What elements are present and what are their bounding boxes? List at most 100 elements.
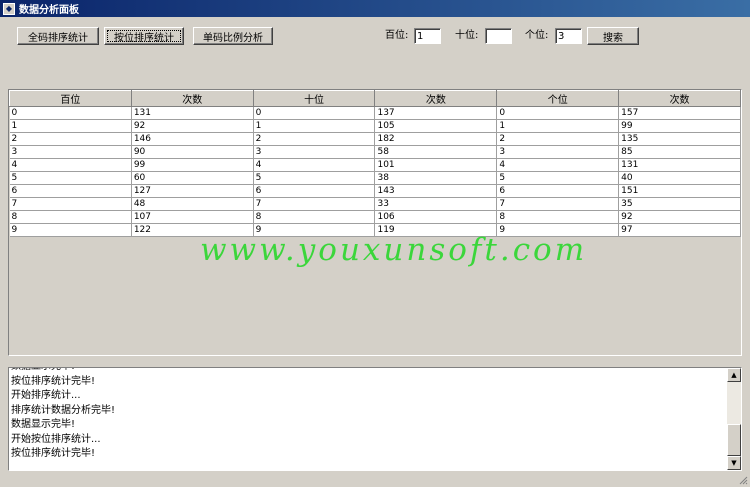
cell-hundreds-digit[interactable]: 6 [9, 184, 132, 198]
app-icon: ◆ [3, 2, 15, 15]
cell-hundreds-digit[interactable]: 3 [9, 145, 132, 159]
cell-hundreds-count[interactable]: 131 [131, 106, 254, 120]
cell-hundreds-digit[interactable]: 0 [9, 106, 132, 120]
app-window: ◆ 数据分析面板 全码排序统计 按位排序统计 单码比例分析 百位: 十位: 个位… [0, 0, 750, 487]
cell-ones-digit[interactable]: 0 [496, 106, 620, 120]
cell-tens-count[interactable]: 182 [374, 132, 498, 146]
column-header-count[interactable]: 次数 [618, 90, 741, 107]
cell-ones-count[interactable]: 135 [618, 132, 741, 146]
table-row[interactable]: 9 122 9 119 9 97 [9, 223, 741, 237]
cell-hundreds-digit[interactable]: 8 [9, 210, 132, 224]
cell-ones-count[interactable]: 85 [618, 145, 741, 159]
cell-tens-count[interactable]: 33 [374, 197, 498, 211]
column-header-count[interactable]: 次数 [374, 90, 498, 107]
column-header-tens[interactable]: 十位 [252, 90, 376, 107]
tens-input[interactable] [485, 28, 512, 44]
log-line: 排序统计数据分析完毕! [11, 404, 116, 416]
table-row[interactable]: 3 90 3 58 3 85 [9, 145, 741, 159]
scroll-down-icon[interactable]: ▼ [727, 456, 741, 470]
cell-hundreds-count[interactable]: 146 [131, 132, 254, 146]
resize-grip-icon[interactable] [738, 475, 748, 485]
ones-label: 个位: [525, 30, 549, 41]
cell-tens-digit[interactable]: 9 [253, 223, 376, 237]
cell-ones-count[interactable]: 131 [618, 158, 741, 172]
cell-tens-count[interactable]: 119 [374, 223, 498, 237]
table-row[interactable]: 5 60 5 38 5 40 [9, 171, 741, 185]
cell-tens-digit[interactable]: 7 [253, 197, 376, 211]
cell-hundreds-digit[interactable]: 7 [9, 197, 132, 211]
cell-hundreds-count[interactable]: 107 [131, 210, 254, 224]
cell-ones-digit[interactable]: 4 [496, 158, 620, 172]
cell-hundreds-digit[interactable]: 4 [9, 158, 132, 172]
column-header-ones[interactable]: 个位 [496, 90, 620, 107]
cell-hundreds-count[interactable]: 127 [131, 184, 254, 198]
cell-ones-digit[interactable]: 1 [496, 119, 620, 133]
cell-ones-count[interactable]: 99 [618, 119, 741, 133]
cell-tens-digit[interactable]: 3 [253, 145, 376, 159]
title-bar[interactable]: ◆ 数据分析面板 [0, 0, 750, 17]
cell-hundreds-digit[interactable]: 1 [9, 119, 132, 133]
cell-hundreds-digit[interactable]: 5 [9, 171, 132, 185]
table-row[interactable]: 7 48 7 33 7 35 [9, 197, 741, 211]
column-header-count[interactable]: 次数 [130, 90, 254, 107]
cell-hundreds-count[interactable]: 90 [131, 145, 254, 159]
stats-table-panel[interactable]: 百位 次数 十位 次数 个位 次数 0 131 0 137 0 157 1 92 1 105 1 99… [8, 89, 742, 356]
log-panel[interactable]: 数据显示完毕!按位排序统计完毕!开始排序统计...排序统计数据分析完毕!数据显示… [8, 367, 742, 471]
cell-tens-digit[interactable]: 1 [253, 119, 376, 133]
cell-tens-digit[interactable]: 0 [253, 106, 376, 120]
table-row[interactable]: 6 127 6 143 6 151 [9, 184, 741, 198]
search-button[interactable]: 搜索 [587, 27, 639, 45]
cell-ones-digit[interactable]: 7 [496, 197, 620, 211]
cell-ones-digit[interactable]: 6 [496, 184, 620, 198]
cell-tens-count[interactable]: 106 [374, 210, 498, 224]
cell-hundreds-digit[interactable]: 2 [9, 132, 132, 146]
cell-ones-digit[interactable]: 5 [496, 171, 620, 185]
cell-tens-digit[interactable]: 8 [253, 210, 376, 224]
cell-tens-count[interactable]: 58 [374, 145, 498, 159]
scroll-up-icon[interactable]: ▲ [727, 368, 741, 382]
cell-tens-count[interactable]: 137 [374, 106, 498, 120]
cell-tens-digit[interactable]: 5 [253, 171, 376, 185]
position-sort-button[interactable]: 按位排序统计 [104, 27, 184, 45]
column-header-hundreds[interactable]: 百位 [9, 90, 132, 107]
tens-label: 十位: [455, 30, 479, 41]
cell-ones-count[interactable]: 97 [618, 223, 741, 237]
cell-ones-digit[interactable]: 8 [496, 210, 620, 224]
cell-tens-count[interactable]: 38 [374, 171, 498, 185]
cell-hundreds-count[interactable]: 122 [131, 223, 254, 237]
cell-hundreds-count[interactable]: 60 [131, 171, 254, 185]
cell-tens-count[interactable]: 105 [374, 119, 498, 133]
hundreds-input[interactable] [414, 28, 441, 44]
cell-hundreds-count[interactable]: 99 [131, 158, 254, 172]
log-line: 开始按位排序统计... [11, 433, 101, 445]
cell-hundreds-count[interactable]: 48 [131, 197, 254, 211]
log-scrollbar[interactable]: ▲ ▼ [727, 368, 741, 470]
cell-hundreds-digit[interactable]: 9 [9, 223, 132, 237]
cell-ones-digit[interactable]: 3 [496, 145, 620, 159]
cell-tens-digit[interactable]: 2 [253, 132, 376, 146]
single-ratio-button[interactable]: 单码比例分析 [193, 27, 273, 45]
table-row[interactable]: 2 146 2 182 2 135 [9, 132, 741, 146]
cell-hundreds-count[interactable]: 92 [131, 119, 254, 133]
cell-ones-count[interactable]: 40 [618, 171, 741, 185]
log-line: 开始排序统计... [11, 390, 81, 401]
table-row[interactable]: 1 92 1 105 1 99 [9, 119, 741, 133]
table-row[interactable]: 4 99 4 101 4 131 [9, 158, 741, 172]
full-sort-button[interactable]: 全码排序统计 [17, 27, 99, 45]
table-row[interactable]: 0 131 0 137 0 157 [9, 106, 741, 120]
cell-tens-digit[interactable]: 4 [253, 158, 376, 172]
cell-tens-digit[interactable]: 6 [253, 184, 376, 198]
cell-tens-count[interactable]: 101 [374, 158, 498, 172]
cell-tens-count[interactable]: 143 [374, 184, 498, 198]
cell-ones-digit[interactable]: 9 [496, 223, 620, 237]
scroll-thumb[interactable] [727, 424, 741, 456]
log-line: 按位排序统计完毕! [11, 448, 96, 459]
ones-input[interactable] [555, 28, 582, 44]
cell-ones-digit[interactable]: 2 [496, 132, 620, 146]
cell-ones-count[interactable]: 151 [618, 184, 741, 198]
log-line: 数据显示完毕! [11, 419, 76, 430]
table-row[interactable]: 8 107 8 106 8 92 [9, 210, 741, 224]
cell-ones-count[interactable]: 92 [618, 210, 741, 224]
cell-ones-count[interactable]: 35 [618, 197, 741, 211]
cell-ones-count[interactable]: 157 [618, 106, 741, 120]
